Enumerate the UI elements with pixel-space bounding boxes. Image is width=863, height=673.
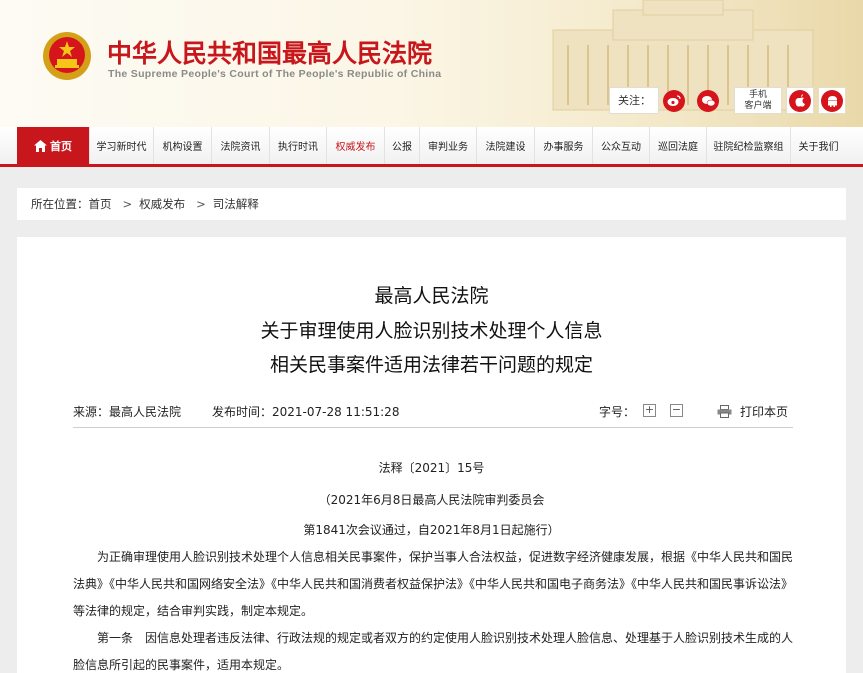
- follow-label: 关注：: [609, 87, 659, 114]
- wechat-link[interactable]: [694, 87, 722, 114]
- mobile-client-link[interactable]: 手机 客户端: [734, 87, 782, 114]
- meta-divider: [73, 427, 793, 428]
- site-title: 中华人民共和国最高人民法院: [107, 39, 433, 68]
- doc-number: 法释〔2021〕15号: [378, 461, 485, 475]
- font-size-label: 字号：: [599, 405, 636, 419]
- article-title-line3: 相关民事案件适用法律若干问题的规定: [269, 354, 593, 376]
- article-title-line2: 关于审理使用人脸识别技术处理个人信息: [260, 320, 603, 342]
- mobile-label-line2: 客户端: [744, 101, 772, 111]
- nav-item-1[interactable]: 机构设置: [153, 127, 211, 164]
- printer-icon: [717, 405, 732, 418]
- breadcrumb-separator: >: [196, 197, 206, 211]
- article-paragraph-2: 第一条 因信息处理者违反法律、行政法规的规定或者双方的约定使用人脸识别技术处理人…: [73, 631, 794, 672]
- article-publish-time: 发布时间：2021-07-28 11:51:28: [212, 405, 400, 419]
- article-paragraph-1: 为正确审理使用人脸识别技术处理个人信息相关民事案件，保护当事人合法权益，促进数字…: [73, 550, 794, 618]
- nav-item-2[interactable]: 法院资讯: [211, 127, 269, 164]
- weibo-icon: [663, 89, 685, 112]
- breadcrumb-item-authority[interactable]: 权威发布: [139, 197, 185, 211]
- nav-item-5[interactable]: 公报: [384, 127, 419, 164]
- breadcrumb-item-home[interactable]: 首页: [89, 197, 112, 211]
- breadcrumb: 所在位置：首页 > 权威发布 > 司法解释: [17, 188, 846, 220]
- print-label: 打印本页: [740, 405, 789, 419]
- nav-item-9[interactable]: 公众互动: [592, 127, 649, 164]
- breadcrumb-item-judicial[interactable]: 司法解释: [213, 197, 259, 211]
- article-source: 来源：最高人民法院: [73, 405, 182, 419]
- print-button[interactable]: 打印本页: [717, 403, 788, 420]
- article-panel: 最高人民法院 关于审理使用人脸识别技术处理个人信息 相关民事案件适用法律若干问题…: [17, 237, 846, 673]
- site-header: 中华人民共和国最高人民法院 The Supreme People's Court…: [0, 0, 863, 127]
- article-title-line1: 最高人民法院: [374, 285, 489, 307]
- font-increase-button[interactable]: +: [643, 404, 656, 417]
- nav-item-6[interactable]: 审判业务: [419, 127, 476, 164]
- mobile-label-line1: 手机: [748, 90, 767, 100]
- nav-item-0[interactable]: 学习新时代: [89, 127, 153, 164]
- site-subtitle: The Supreme People's Court of The People…: [108, 68, 442, 80]
- apple-app-link[interactable]: [786, 87, 814, 114]
- nav-item-8[interactable]: 办事服务: [534, 127, 592, 164]
- main-nav: 首页 学习新时代 机构设置 法院资讯 执行时讯 权威发布 公报 审判业务 法院建…: [0, 127, 863, 167]
- nav-item-3[interactable]: 执行时讯: [269, 127, 326, 164]
- adopted-line2: 第1841次会议通过，自2021年8月1日起施行）: [303, 523, 560, 537]
- adopted-line1: （2021年6月8日最高人民法院审判委员会: [318, 493, 545, 507]
- wechat-icon: [697, 89, 719, 112]
- android-app-link[interactable]: [818, 87, 846, 114]
- nav-home-label: 首页: [50, 139, 72, 153]
- nav-item-11[interactable]: 驻院纪检监察组: [706, 127, 790, 164]
- nav-item-10[interactable]: 巡回法庭: [649, 127, 706, 164]
- breadcrumb-separator: >: [122, 197, 133, 211]
- apple-icon: [789, 89, 811, 112]
- national-emblem-icon: [43, 32, 91, 80]
- font-decrease-button[interactable]: −: [670, 404, 683, 417]
- nav-item-7[interactable]: 法院建设: [476, 127, 534, 164]
- nav-item-4[interactable]: 权威发布: [326, 127, 384, 164]
- nav-home[interactable]: 首页: [17, 127, 89, 164]
- android-icon: [821, 89, 843, 112]
- home-icon: [34, 139, 47, 152]
- breadcrumb-prefix: 所在位置：: [31, 197, 89, 211]
- nav-item-12[interactable]: 关于我们: [790, 127, 846, 164]
- weibo-link[interactable]: [660, 87, 688, 114]
